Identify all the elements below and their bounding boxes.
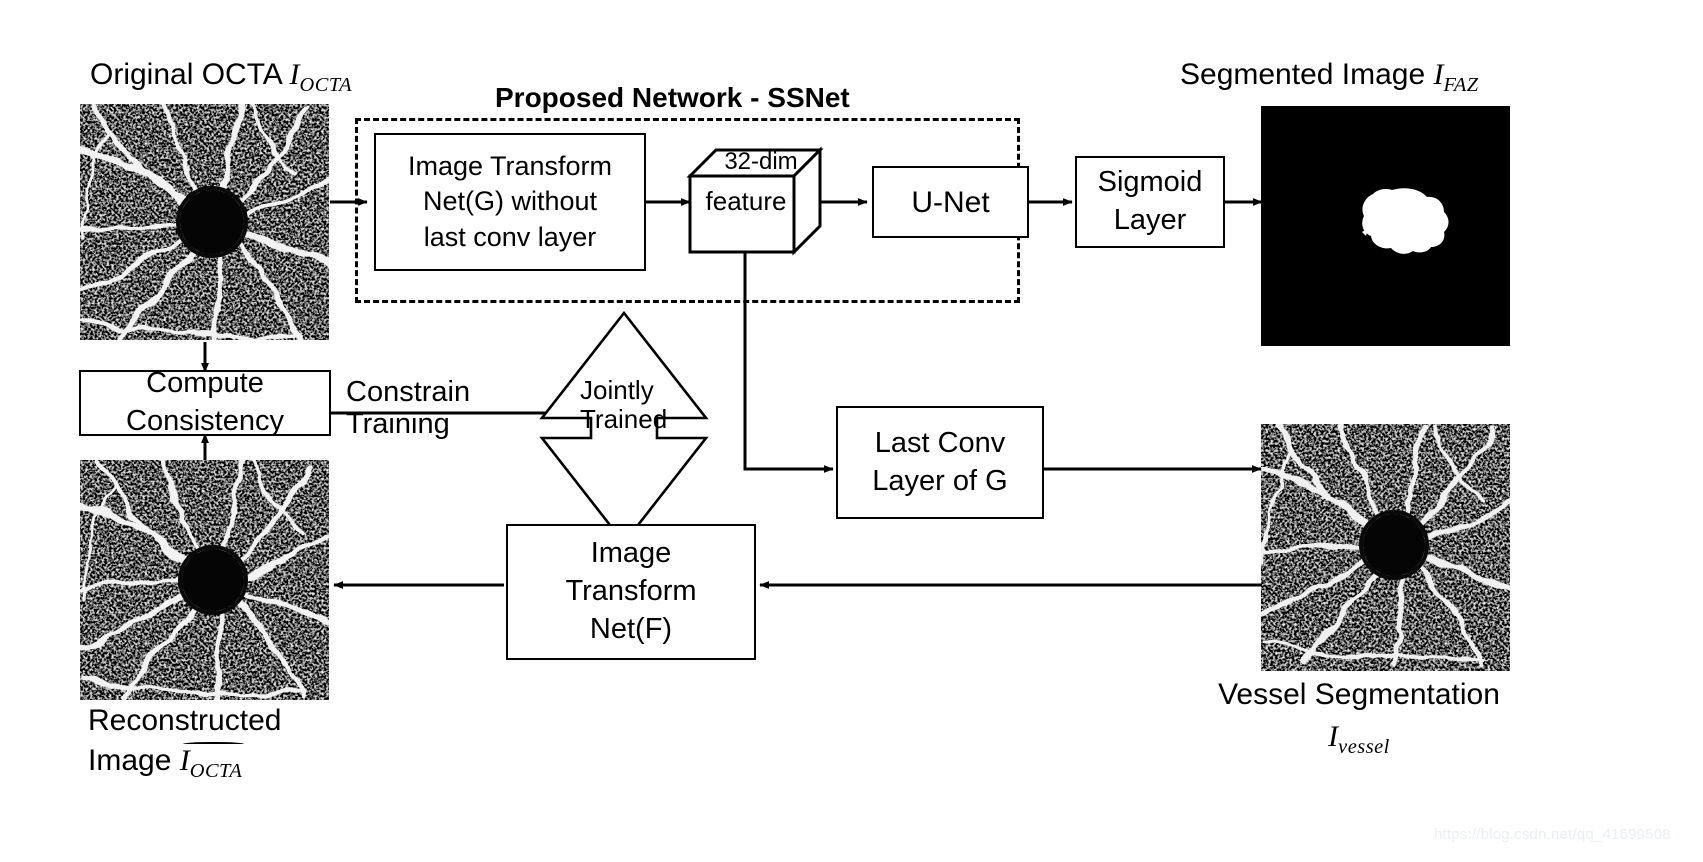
segmented-faz-image xyxy=(1261,106,1510,346)
image-transform-net-g-box[interactable]: Image Transform Net(G) without last conv… xyxy=(374,133,646,271)
cc-line1: Compute xyxy=(146,367,264,400)
original-octa-label: Original OCTA IOCTA xyxy=(90,58,352,97)
cc-line2: Consistency xyxy=(126,405,284,437)
reconstructed-image-label: Reconstructed Image IOCTA xyxy=(88,704,281,782)
reconstructed-symbol: IOCTA xyxy=(180,741,244,783)
segmented-image-symbol: IFAZ xyxy=(1433,58,1479,96)
vessel-segmentation-label: Vessel Segmentation Ivessel xyxy=(1204,678,1514,758)
itg-line3: last conv layer xyxy=(423,221,597,252)
itf-line2: Transform xyxy=(565,575,697,608)
last-conv-layer-box[interactable]: Last Conv Layer of G xyxy=(836,406,1044,519)
original-octa-symbol: IOCTA xyxy=(289,58,353,96)
original-octa-image xyxy=(80,104,329,340)
hat-accent xyxy=(183,741,244,744)
sigmoid-line1: Sigmoid xyxy=(1097,166,1203,199)
recon-line1: Reconstructed xyxy=(88,704,282,737)
feature-cube-front-label: feature xyxy=(705,186,787,216)
recon-line2-text: Image xyxy=(88,743,180,777)
ct-line1: Constrain xyxy=(346,376,471,408)
jt-line2: Trained xyxy=(580,404,668,435)
unet-label: U-Net xyxy=(911,185,990,219)
original-octa-label-text: Original OCTA xyxy=(90,58,290,91)
watermark-text: https://blog.csdn.net/qq_41699508 xyxy=(1434,826,1671,843)
reconstructed-octa-image xyxy=(80,460,329,700)
diagram-canvas: Original OCTA IOCTA Segmented Image IFAZ… xyxy=(0,0,1703,862)
itg-line2: Net(G) without xyxy=(422,186,598,217)
segmented-image-label: Segmented Image IFAZ xyxy=(1180,58,1479,97)
unet-box[interactable]: U-Net xyxy=(872,166,1029,238)
itf-line3: Net(F) xyxy=(589,612,673,645)
lc-line1: Last Conv xyxy=(874,426,1006,459)
vessel-line2: Ivessel xyxy=(1204,720,1514,759)
compute-consistency-box[interactable]: Compute Consistency xyxy=(79,367,331,437)
sigmoid-line2: Layer xyxy=(1113,204,1187,236)
vessel-line1: Vessel Segmentation xyxy=(1218,678,1500,711)
lc-line2: Layer of G xyxy=(872,464,1008,497)
feature-cube-top-label: 32-dim xyxy=(724,148,798,175)
proposed-network-title: Proposed Network - SSNet xyxy=(495,82,850,113)
segmented-image-label-text: Segmented Image xyxy=(1180,58,1434,91)
jointly-trained-label: Jointly Trained xyxy=(580,375,668,435)
itg-line1: Image Transform xyxy=(407,151,613,182)
recon-line2: Image IOCTA xyxy=(88,741,281,783)
image-transform-net-f-box[interactable]: Image Transform Net(F) xyxy=(506,524,756,660)
sigmoid-layer-box[interactable]: Sigmoid Layer xyxy=(1075,156,1225,248)
ct-line2: Training xyxy=(346,408,450,441)
jt-line1: Jointly xyxy=(580,375,654,405)
itf-line1: Image xyxy=(590,537,672,570)
constrain-training-label: Constrain Training xyxy=(346,376,470,441)
vessel-segmentation-image xyxy=(1261,424,1510,671)
vessel-symbol: Ivessel xyxy=(1328,719,1390,758)
